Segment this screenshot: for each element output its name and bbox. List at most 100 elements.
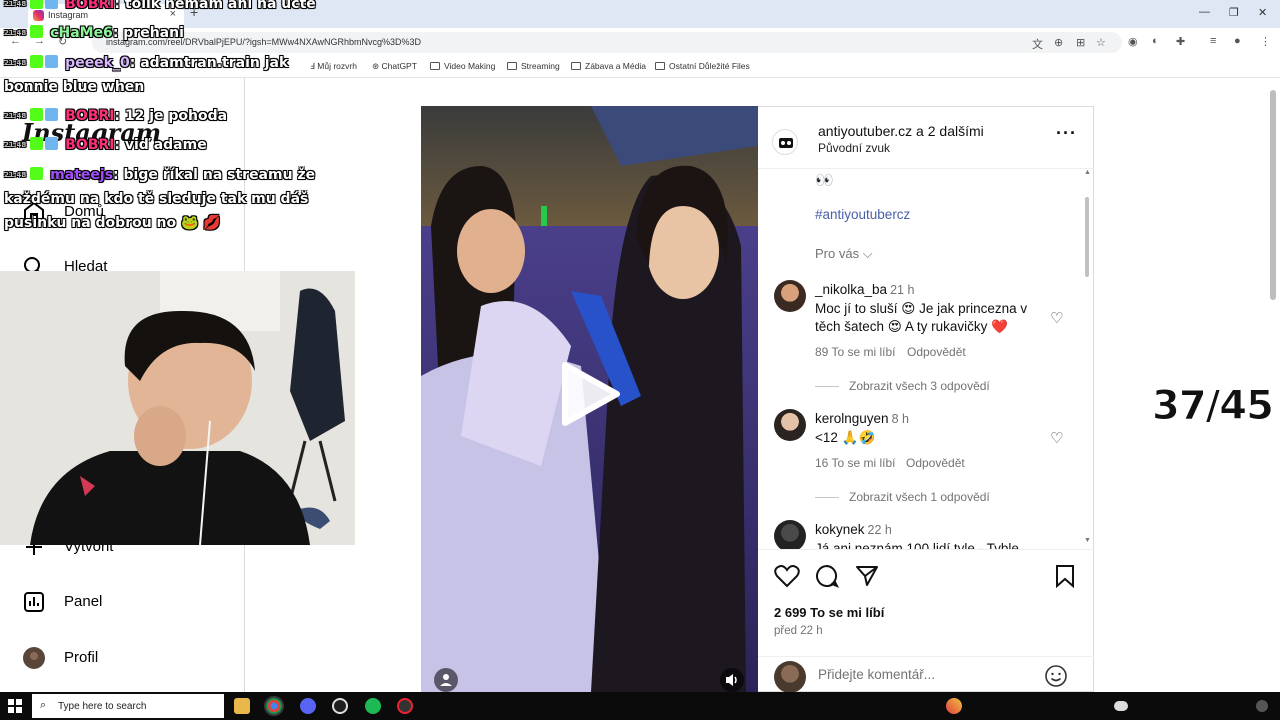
chat-message: 21:48 BOBRI: 12 je pohoda xyxy=(4,108,228,124)
webcam-image xyxy=(0,271,355,545)
chat-username: cHaMe6 xyxy=(50,25,113,41)
emoji-picker-icon[interactable] xyxy=(1044,664,1068,688)
folder-icon xyxy=(430,62,440,70)
add-comment-bar xyxy=(758,656,1094,694)
more-options-icon[interactable]: ··· xyxy=(1056,123,1077,144)
search-icon: ⌕ xyxy=(40,699,47,711)
taskbar-search-placeholder: Type here to search xyxy=(58,701,147,712)
comment-likes-count[interactable]: 16 To se mi líbí xyxy=(815,456,895,470)
media-controls-icon[interactable]: ≡ xyxy=(1210,35,1216,47)
post-timestamp: před 22 h xyxy=(774,625,823,637)
bookmark-folder[interactable]: Zábava a Média xyxy=(571,61,646,71)
scroll-up-arrow-icon[interactable]: ▲ xyxy=(1084,169,1091,176)
chat-message: 21:48 BOBRI: viď adame xyxy=(4,137,207,153)
reply-button[interactable]: Odpovědět xyxy=(906,456,965,470)
chat-text: : 12 je pohoda xyxy=(114,108,228,124)
bookmark-folder[interactable]: Streaming xyxy=(507,61,560,71)
post-actions: 2 699 To se mi líbí před 22 h xyxy=(758,549,1094,693)
chat-username: peeek_0 xyxy=(65,55,130,71)
chat-message-continuation: bonnie blue when xyxy=(4,79,145,95)
extension-icon[interactable]: ◐ xyxy=(1152,35,1159,47)
for-you-toggle[interactable]: Pro vás ⌵ xyxy=(815,246,873,262)
zoom-icon[interactable]: ⊕ xyxy=(1054,36,1063,49)
comments-scrollbar[interactable] xyxy=(1085,197,1089,277)
chat-text: : adamtran.train jak xyxy=(129,55,289,71)
scroll-down-arrow-icon[interactable]: ▼ xyxy=(1084,537,1091,544)
commenter-avatar[interactable] xyxy=(774,520,806,549)
windows-start-icon[interactable] xyxy=(8,699,22,713)
bookmark-folder[interactable]: Ostatní Důležité Files xyxy=(655,61,750,71)
translate-icon[interactable]: 文 xyxy=(1032,36,1043,52)
address-bar[interactable]: instagram.com/reel/DRVbalPjEPU/?igsh=MWw… xyxy=(92,32,1122,53)
comment-like-heart-icon[interactable]: ♡ xyxy=(1050,309,1063,327)
author-avatar[interactable] xyxy=(772,129,798,155)
post-header: antiyoutuber.cz a 2 dalšími Původní zvuk… xyxy=(758,107,1094,169)
comment-input[interactable] xyxy=(818,667,1038,682)
spotify-icon[interactable] xyxy=(365,698,381,714)
view-replies-button[interactable]: Zobrazit všech 1 odpovědí xyxy=(815,490,990,504)
save-bookmark-icon[interactable] xyxy=(1054,564,1076,588)
restore-window-icon[interactable]: ❐ xyxy=(1229,6,1239,19)
comment-username[interactable]: kokynek 22 h xyxy=(815,522,892,537)
tray-app-icon[interactable] xyxy=(946,698,962,714)
reel-video-player[interactable] xyxy=(421,106,758,692)
kick-badge-icon xyxy=(30,25,44,38)
bookmark-item[interactable]: ⊛ ChatGPT xyxy=(372,61,417,72)
current-user-avatar xyxy=(774,661,806,693)
comment-username[interactable]: _nikolka_ba 21 h xyxy=(815,282,914,297)
discord-icon[interactable] xyxy=(300,698,316,714)
post-author[interactable]: antiyoutuber.cz a 2 dalšími xyxy=(818,123,984,139)
taskbar-search-box[interactable]: ⌕ Type here to search xyxy=(32,694,224,718)
comment-likes-count[interactable]: 89 To se mi líbí xyxy=(815,345,895,359)
view-replies-button[interactable]: Zobrazit všech 3 odpovědí xyxy=(815,379,990,393)
tagged-user-icon[interactable] xyxy=(433,667,459,692)
comment-bubble-icon[interactable] xyxy=(815,564,839,588)
like-heart-icon[interactable] xyxy=(774,564,800,588)
divider xyxy=(815,386,839,388)
comment-text: těch šatech 😍 A ty rukavičky ❤️ xyxy=(815,319,1008,334)
chrome-icon[interactable] xyxy=(264,696,284,716)
browser-menu-icon[interactable]: ⋮ xyxy=(1260,35,1271,48)
bookmark-item[interactable]: Ⅎ Můj rozvrh xyxy=(310,61,357,72)
chat-text: : viď adame xyxy=(114,137,207,153)
kick-badge-icon xyxy=(30,0,44,9)
share-send-icon[interactable] xyxy=(855,564,879,588)
chat-message: 21:48 BOBRI: tolik nemám ani na účtě xyxy=(4,0,316,12)
streaming-app-icon[interactable] xyxy=(397,698,413,714)
post-details-panel: antiyoutuber.cz a 2 dalšími Původní zvuk… xyxy=(758,106,1094,693)
profile-avatar-icon[interactable]: ● xyxy=(1234,35,1241,47)
chat-message: 21:48 cHaMe6: prehani xyxy=(4,25,184,41)
emote-icon: 💋 xyxy=(203,215,221,231)
commenter-avatar[interactable] xyxy=(774,280,806,312)
extensions-puzzle-icon[interactable]: ✚ xyxy=(1176,35,1185,48)
caption-emoji: 👀 xyxy=(815,172,834,189)
file-explorer-icon[interactable] xyxy=(234,698,250,714)
hashtag-link[interactable]: #antiyoutubercz xyxy=(815,207,910,222)
volume-icon[interactable] xyxy=(719,667,745,692)
obs-icon[interactable] xyxy=(332,698,348,714)
bookmark-folder[interactable]: Video Making xyxy=(430,61,495,71)
profile-avatar xyxy=(23,647,45,669)
play-icon[interactable] xyxy=(561,361,621,427)
bookmark-star-icon[interactable]: ☆ xyxy=(1096,36,1106,49)
comment-text: <12 🙏🤣 xyxy=(815,430,876,445)
kick-badge-icon xyxy=(30,137,44,150)
comment-username[interactable]: kerolnguyen 8 h xyxy=(815,411,909,426)
divider xyxy=(815,497,839,499)
close-window-icon[interactable]: ✕ xyxy=(1258,6,1267,19)
reply-button[interactable]: Odpovědět xyxy=(907,345,966,359)
commenter-avatar[interactable] xyxy=(774,409,806,441)
chat-text: : tolik nemám ani na účtě xyxy=(114,0,316,12)
extension-icon[interactable]: ◉ xyxy=(1128,35,1138,48)
minimize-window-icon[interactable]: — xyxy=(1199,6,1210,18)
post-audio[interactable]: Původní zvuk xyxy=(818,141,890,155)
chat-message-continuation: každému na kdo tě sleduje tak mu dáš xyxy=(4,191,309,207)
install-icon[interactable]: ⊞ xyxy=(1076,36,1085,49)
onedrive-cloud-icon[interactable] xyxy=(1114,701,1128,711)
notification-icon[interactable] xyxy=(1256,700,1268,712)
comment-like-heart-icon[interactable]: ♡ xyxy=(1050,429,1063,447)
page-scrollbar[interactable] xyxy=(1270,90,1276,300)
kick-badge-icon xyxy=(30,108,44,121)
likes-count[interactable]: 2 699 To se mi líbí xyxy=(774,605,884,620)
comment-text: Já ani neznám 100 lidí tyle - Tyble xyxy=(815,541,1019,549)
